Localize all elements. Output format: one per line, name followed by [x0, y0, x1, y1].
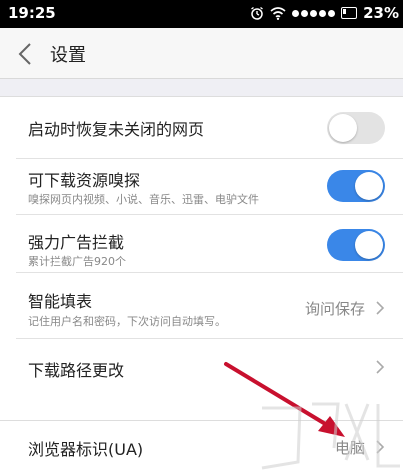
setting-subtitle: 嗅探网页内视频、小说、音乐、迅雷、电驴文件 [28, 193, 259, 206]
setting-title: 智能填表 [28, 292, 93, 311]
download-sniff-toggle[interactable] [327, 170, 385, 202]
restore-pages-toggle[interactable] [327, 112, 385, 144]
setting-title: 可下载资源嗅探 [28, 171, 141, 190]
autofill-value: 询问保存 [304, 300, 365, 318]
app-header: 设置 [0, 28, 403, 79]
settings-list: 启动时恢复未关闭的网页 可下载资源嗅探 嗅探网页内视频、小说、音乐、迅雷、电驴文… [0, 96, 403, 426]
setting-restore-pages[interactable]: 启动时恢复未关闭的网页 [0, 97, 403, 159]
page-title: 设置 [50, 45, 86, 66]
chevron-right-icon [376, 301, 385, 315]
alarm-icon [251, 6, 264, 20]
setting-download-path[interactable]: 下载路径更改 [0, 339, 403, 394]
chevron-right-icon [376, 440, 385, 454]
battery-percent: 23% [363, 4, 399, 22]
chevron-right-icon [376, 360, 385, 374]
status-time: 19:25 [8, 4, 56, 22]
back-button[interactable] [12, 40, 40, 68]
ad-block-toggle[interactable] [327, 229, 385, 261]
setting-title: 下载路径更改 [28, 361, 125, 380]
setting-subtitle: 累计拦截广告920个 [28, 255, 126, 268]
signal-strength-icon [292, 9, 336, 17]
setting-title: 启动时恢复未关闭的网页 [28, 120, 205, 139]
setting-title: 浏览器标识(UA) [28, 440, 144, 459]
setting-title: 强力广告拦截 [28, 233, 125, 252]
wifi-icon [270, 6, 286, 20]
user-agent-value: 电脑 [334, 439, 365, 457]
setting-download-sniff[interactable]: 可下载资源嗅探 嗅探网页内视频、小说、音乐、迅雷、电驴文件 [0, 159, 403, 215]
status-icons: 23% [250, 4, 399, 22]
setting-ad-block[interactable]: 强力广告拦截 累计拦截广告920个 [0, 215, 403, 273]
battery-icon [341, 7, 358, 19]
setting-user-agent[interactable]: 浏览器标识(UA) 电脑 [0, 420, 403, 472]
setting-autofill[interactable]: 智能填表 记住用户名和密码，下次访问自动填写。 询问保存 [0, 273, 403, 339]
status-bar: 19:25 23% [0, 0, 403, 28]
setting-subtitle: 记住用户名和密码，下次访问自动填写。 [28, 315, 226, 328]
